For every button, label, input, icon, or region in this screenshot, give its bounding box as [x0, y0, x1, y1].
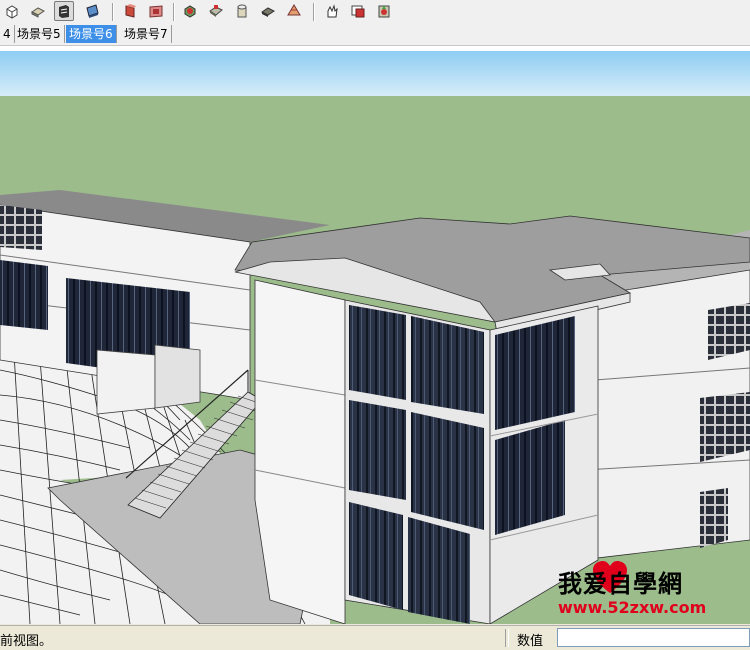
watermark-logo: 我爱自學網 www.52zxw.com — [558, 560, 728, 622]
view-iso-icon[interactable] — [2, 1, 22, 21]
measurements-input[interactable] — [557, 628, 750, 647]
intersect-icon[interactable] — [180, 1, 200, 21]
hand-icon[interactable] — [322, 1, 342, 21]
toolbar-separator — [313, 3, 315, 21]
status-separator — [505, 629, 509, 647]
viewport-scene — [0, 51, 750, 624]
photo-texture-icon[interactable] — [348, 1, 368, 21]
watermark-url: www.52zxw.com — [558, 598, 707, 617]
view-front-icon[interactable] — [54, 1, 74, 21]
split-icon[interactable] — [284, 1, 304, 21]
model-viewport[interactable]: 我爱自學網 www.52zxw.com — [0, 51, 750, 624]
section-plane-icon[interactable] — [120, 1, 140, 21]
toolbar-separator — [173, 3, 175, 21]
subtract-icon[interactable] — [232, 1, 252, 21]
tab-scene-5[interactable]: 场景号5 — [14, 25, 65, 43]
tab-scene-6[interactable]: 场景号6 — [66, 25, 117, 43]
view-top-icon[interactable] — [28, 1, 48, 21]
main-building-left-wall — [254, 279, 346, 624]
union-icon[interactable] — [206, 1, 226, 21]
scene-tabs: 4 场景号5 场景号6 场景号7 — [0, 24, 750, 46]
view-right-icon[interactable] — [82, 1, 102, 21]
status-bar: 前视图。 数值 — [0, 625, 750, 650]
toolbar-separator — [112, 3, 114, 21]
status-message: 前视图。 — [0, 634, 53, 649]
trim-icon[interactable] — [258, 1, 278, 21]
plugin-icon[interactable] — [374, 1, 394, 21]
watermark-title: 我爱自學網 — [558, 570, 683, 598]
curtain-wall-front — [344, 299, 491, 624]
section-display-icon[interactable] — [146, 1, 166, 21]
measurements-label: 数值 — [517, 634, 544, 649]
tab-scene-7[interactable]: 场景号7 — [121, 25, 172, 43]
sky — [0, 51, 750, 96]
toolbar — [0, 0, 750, 25]
tab-scene-4[interactable]: 4 — [0, 25, 15, 43]
